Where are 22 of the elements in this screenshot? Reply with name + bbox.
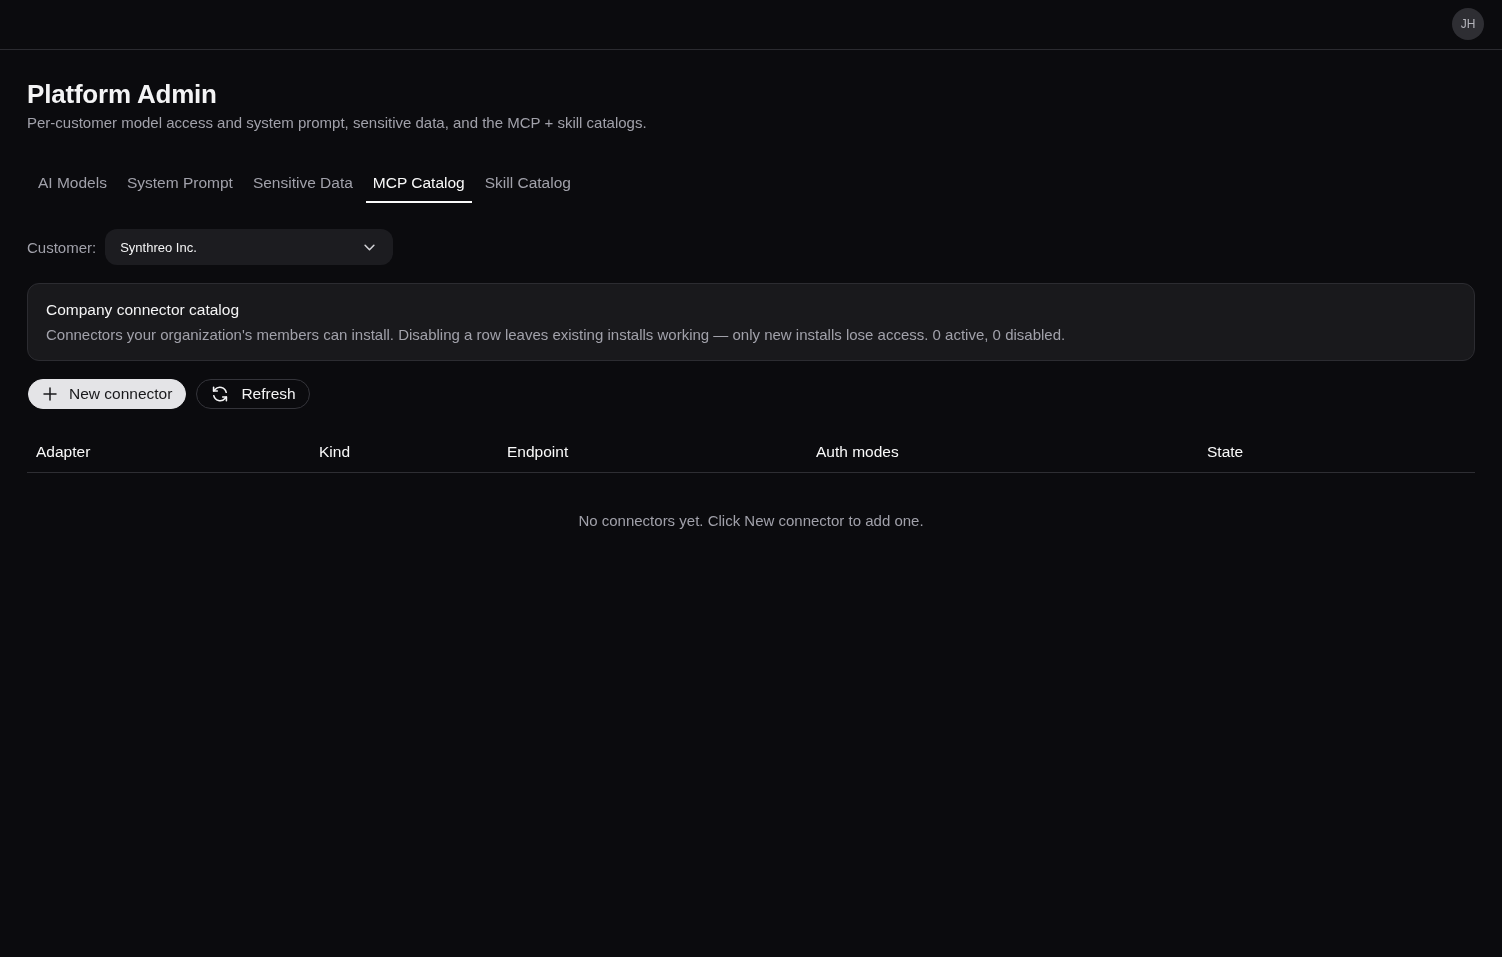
user-avatar[interactable]: JH <box>1452 7 1484 40</box>
chevron-down-icon <box>364 243 376 251</box>
tab[interactable]: MCP Catalog <box>365 165 472 203</box>
column-header: State <box>1206 442 1245 461</box>
empty-state-message: No connectors yet. Click New connector to add one. <box>577 511 925 529</box>
tab[interactable]: Skill Catalog <box>477 165 578 203</box>
tab[interactable]: System Prompt <box>119 165 240 203</box>
card-description: Connectors your organization's members can install. Disabling a row leaves existing installs working — only new installs lose access. 0 active, 0 disabled. <box>46 325 1067 345</box>
customer-select[interactable]: Synthreo Inc. <box>105 229 394 265</box>
new-connector-button[interactable]: New connector <box>28 379 187 409</box>
tab[interactable]: Sensitive Data <box>245 165 360 203</box>
column-header: Auth modes <box>815 442 900 461</box>
card-title: Company connector catalog <box>46 300 240 320</box>
customer-label: Customer: <box>27 238 97 256</box>
column-header: Kind <box>318 442 352 461</box>
plus-icon <box>43 387 57 401</box>
column-header: Adapter <box>35 442 92 461</box>
refresh-icon <box>211 385 230 403</box>
tab[interactable]: AI Models <box>31 165 114 203</box>
column-header: Endpoint <box>506 442 570 461</box>
page-title: Platform Admin <box>27 78 218 110</box>
page-subtitle: Per-customer model access and system prompt, sensitive data, and the MCP + skill catalogs. <box>27 113 648 133</box>
